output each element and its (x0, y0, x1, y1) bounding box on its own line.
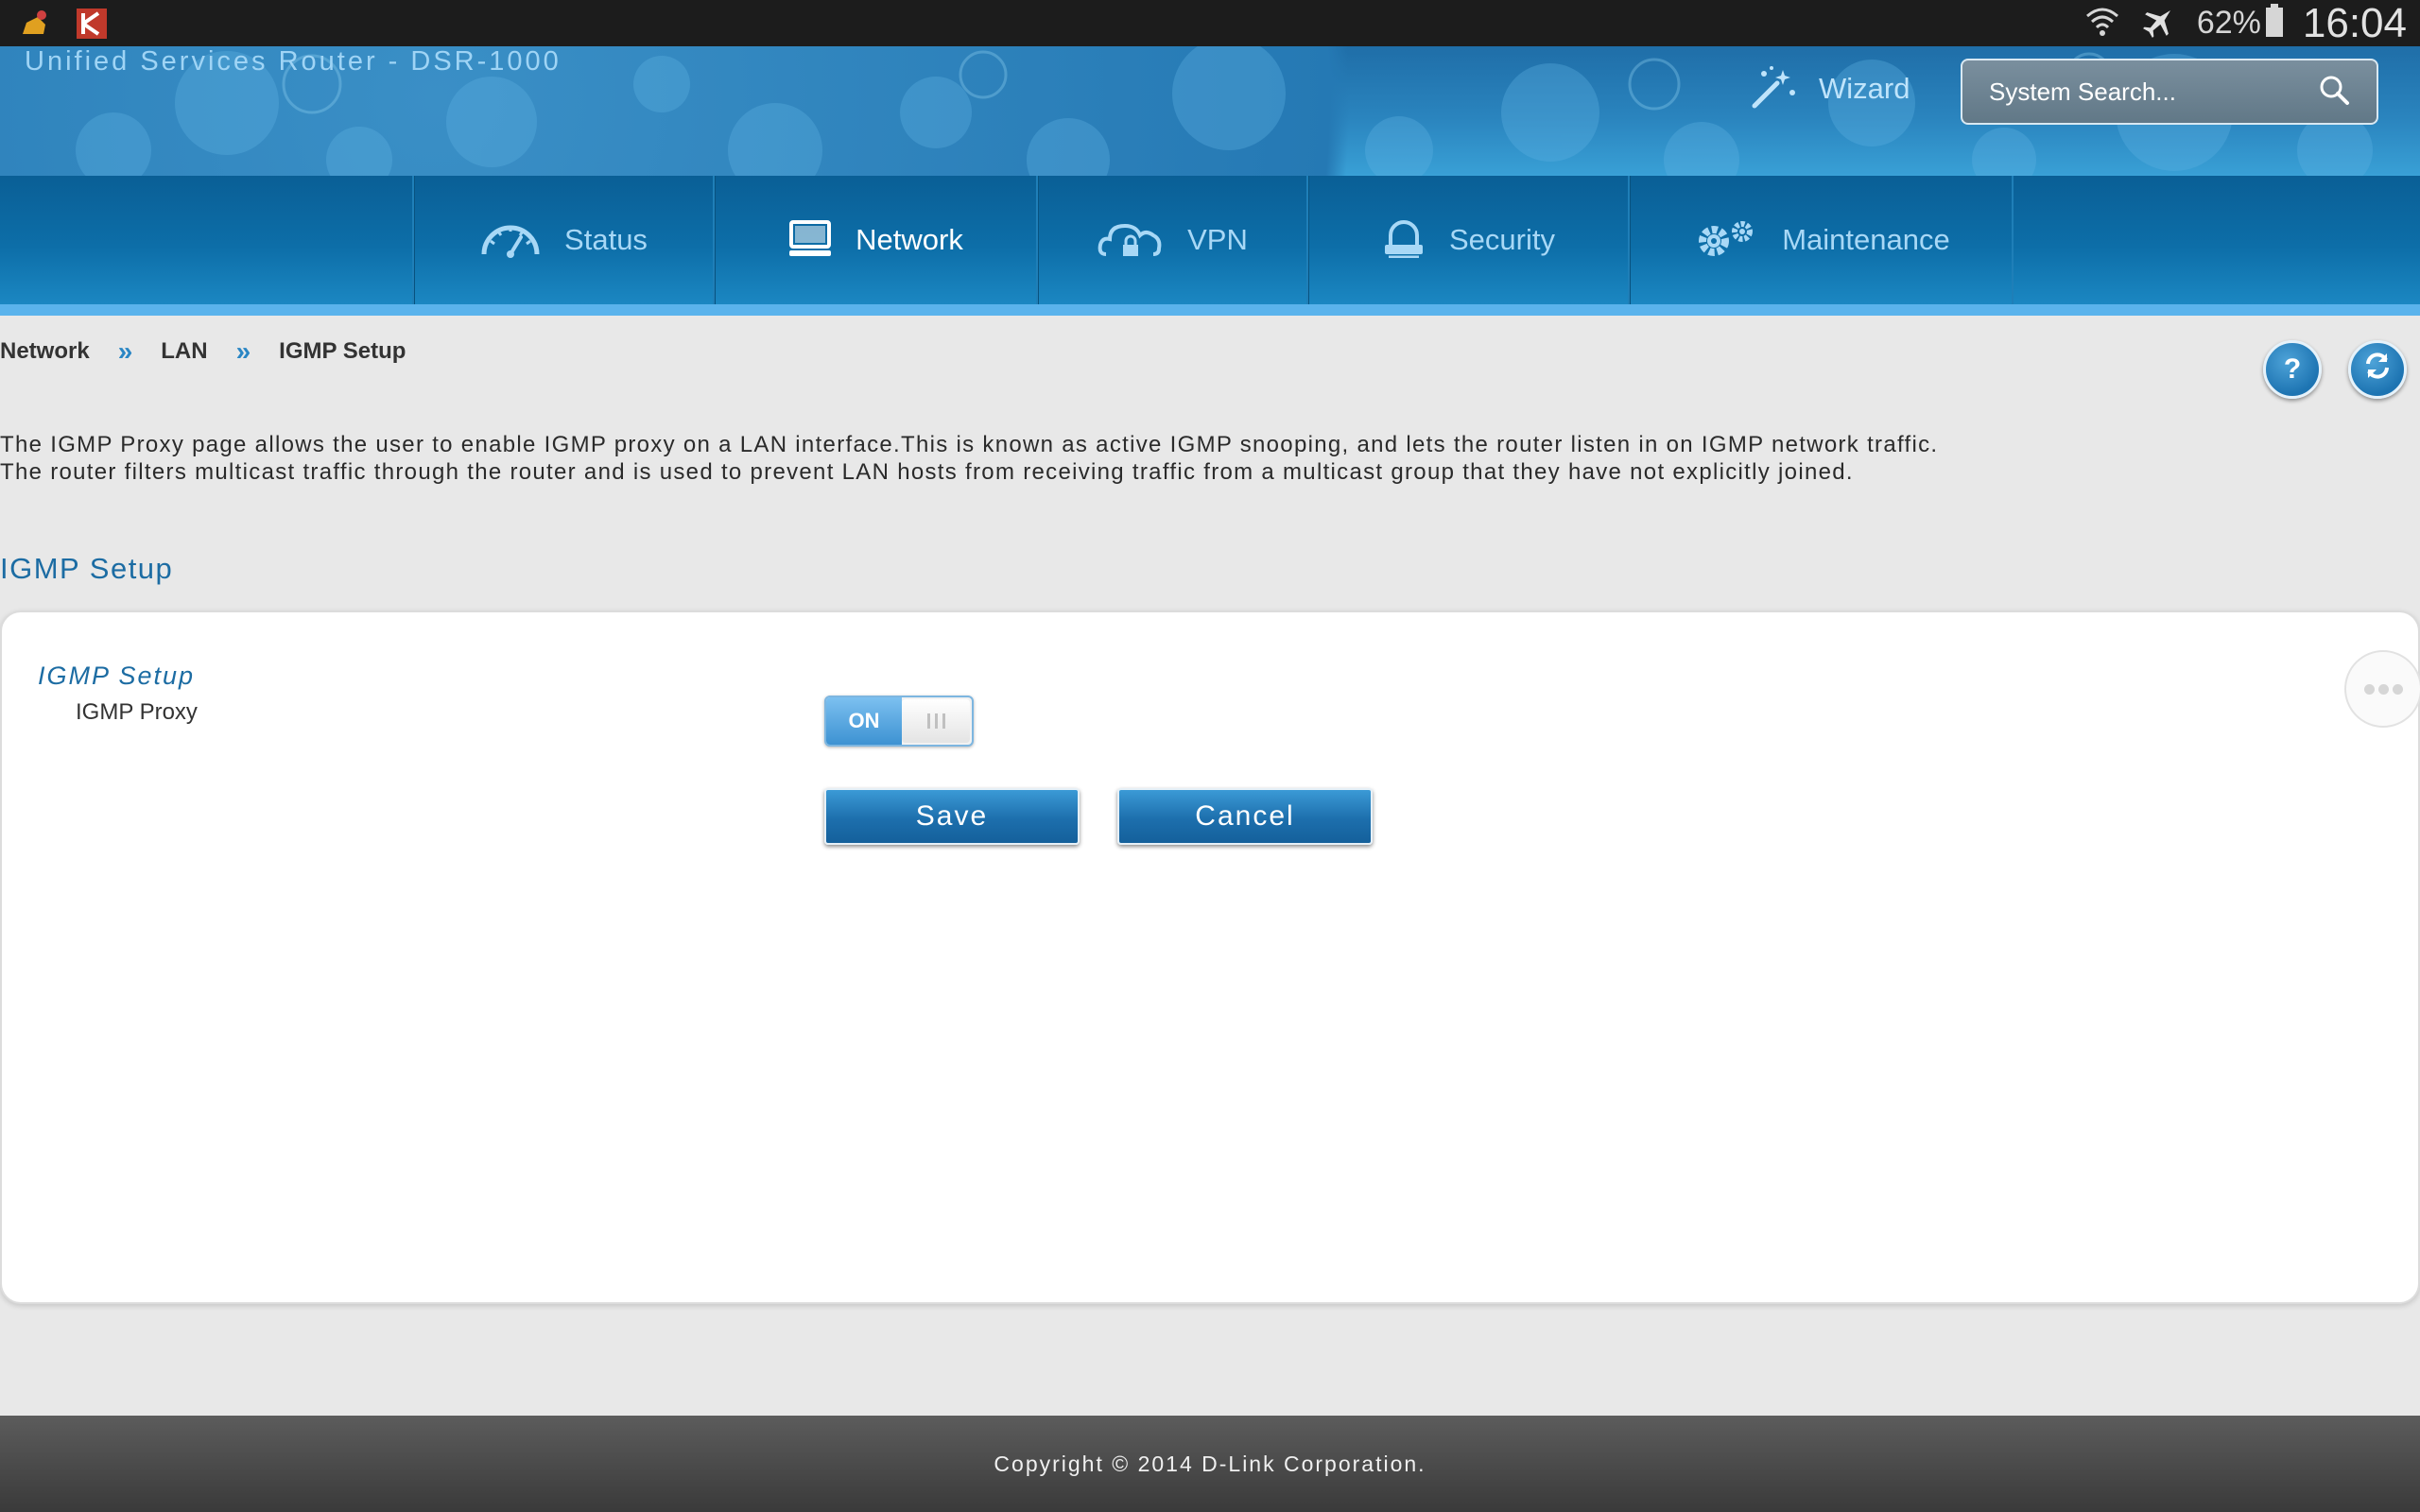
refresh-icon (2361, 350, 2394, 389)
breadcrumb: Network » LAN » IGMP Setup (0, 336, 406, 367)
nav-item-status[interactable]: Status (412, 176, 713, 304)
lock-icon (1381, 218, 1426, 263)
nav-label-vpn: VPN (1187, 223, 1248, 256)
wizard-button[interactable]: Wizard (1749, 65, 1910, 112)
copyright-text: Copyright © 2014 D-Link Corporation. (994, 1451, 1426, 1476)
toggle-on-label: ON (826, 697, 902, 745)
cancel-button[interactable]: Cancel (1117, 788, 1373, 845)
app-header: Unified Services Router - DSR-1000 Wizar… (0, 46, 2420, 176)
igmp-proxy-label: IGMP Proxy (76, 699, 198, 725)
wifi-icon (2083, 3, 2121, 43)
speedometer-icon (479, 218, 542, 263)
breadcrumb-separator: » (117, 336, 133, 366)
android-status-bar: 62% 16:04 (0, 0, 2420, 46)
clock: 16:04 (2302, 0, 2407, 46)
page-footer: Copyright © 2014 D-Link Corporation. (0, 1416, 2420, 1512)
more-icon (2363, 683, 2375, 695)
refresh-button[interactable] (2348, 340, 2407, 399)
search-icon[interactable] (2318, 74, 2350, 111)
nav-item-network[interactable]: Network (713, 176, 1036, 304)
nav-label-network: Network (856, 223, 963, 256)
gears-icon (1691, 218, 1759, 263)
magic-wand-icon (1749, 64, 1798, 114)
page-description: The IGMP Proxy page allows the user to e… (0, 432, 1939, 485)
breadcrumb-igmp-setup: IGMP Setup (279, 338, 406, 364)
panel-heading: IGMP Setup (38, 662, 196, 690)
battery-icon (2265, 4, 2284, 43)
monitor-icon (787, 218, 833, 263)
nav-item-security[interactable]: Security (1306, 176, 1628, 304)
save-button[interactable]: Save (824, 788, 1080, 845)
nav-item-vpn[interactable]: VPN (1036, 176, 1306, 304)
kaspersky-icon (74, 6, 110, 42)
nav-label-security: Security (1449, 223, 1555, 256)
nav-label-status: Status (564, 223, 648, 256)
nav-label-maintenance: Maintenance (1782, 223, 1950, 256)
page-title: IGMP Setup (0, 552, 174, 585)
help-icon: ? (2283, 353, 2302, 385)
battery-percentage: 62% (2196, 5, 2261, 41)
cloud-lock-icon (1097, 218, 1165, 263)
main-navigation: Status Network VPN Security Maintenance (0, 176, 2420, 304)
more-options-button[interactable] (2344, 650, 2420, 728)
breadcrumb-separator: » (235, 336, 251, 366)
product-title: Unified Services Router - DSR-1000 (25, 46, 562, 77)
wizard-label: Wizard (1819, 72, 1910, 105)
breadcrumb-network[interactable]: Network (0, 338, 90, 365)
nav-divider (0, 304, 2420, 316)
system-search (1961, 59, 2378, 125)
notification-app-icon (17, 6, 53, 42)
breadcrumb-lan[interactable]: LAN (161, 338, 207, 365)
system-search-input[interactable] (1989, 77, 2318, 107)
toggle-knob (902, 699, 970, 743)
igmp-setup-panel: IGMP Setup IGMP Proxy ON Save Cancel (0, 610, 2420, 1304)
help-button[interactable]: ? (2263, 340, 2322, 399)
igmp-proxy-toggle[interactable]: ON (824, 696, 974, 747)
nav-item-maintenance[interactable]: Maintenance (1628, 176, 2014, 304)
airplane-mode-icon (2140, 3, 2178, 43)
